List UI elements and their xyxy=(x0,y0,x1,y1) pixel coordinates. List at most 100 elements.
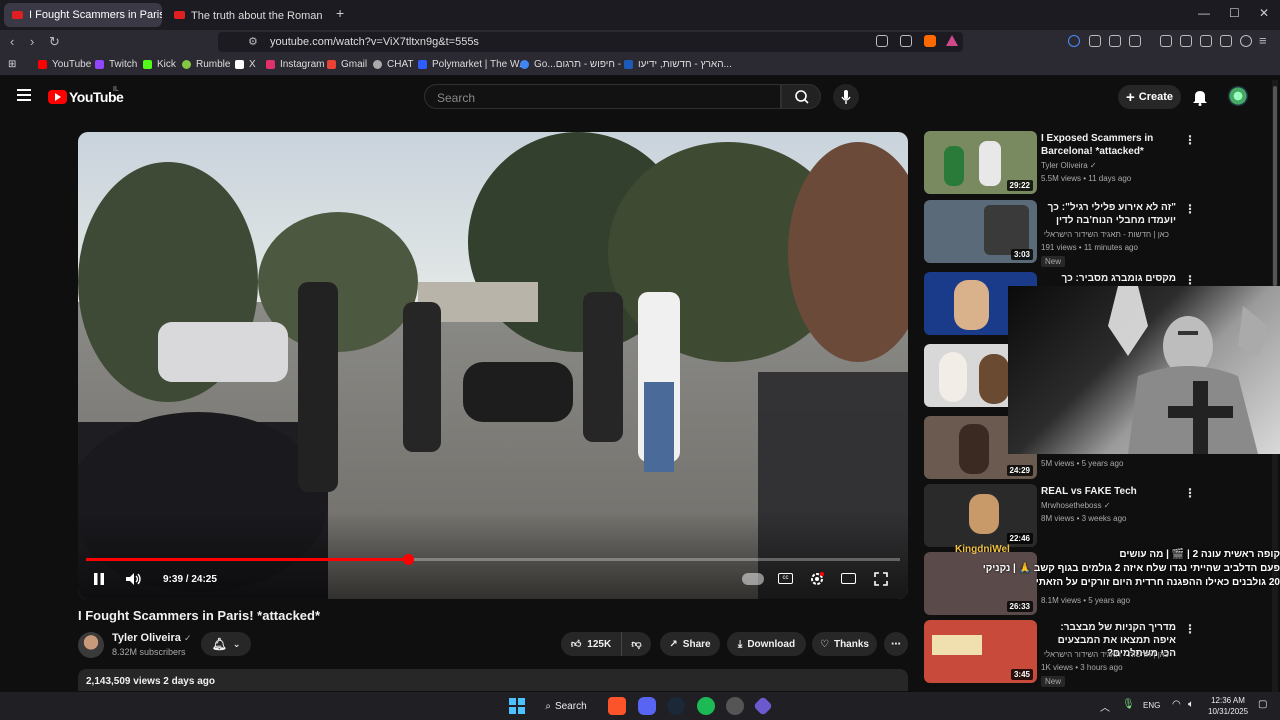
spotify-icon[interactable] xyxy=(697,697,715,715)
screen-icon[interactable] xyxy=(876,35,888,47)
download-button[interactable]: ⤓ Download xyxy=(727,632,806,656)
share-icon[interactable] xyxy=(900,35,912,47)
address-bar[interactable]: ⚙ youtube.com/watch?v=ViX7tltxn9g&t=555s xyxy=(218,32,963,52)
audio-icon[interactable] xyxy=(1068,35,1080,47)
tab-active[interactable]: I Fought Scammers in Paris! * ✕ xyxy=(4,3,162,27)
rec-channel[interactable]: Tyler Oliveira ✓ xyxy=(1041,161,1097,170)
tray-chevron-up-icon[interactable]: ︿ xyxy=(1100,699,1110,714)
speaker-icon[interactable]: 🔈︎ xyxy=(1188,699,1194,710)
share-button[interactable]: ↗ Share xyxy=(660,632,720,656)
sidebar-icon[interactable] xyxy=(1180,35,1192,47)
rec-thumbnail[interactable]: 29:22 xyxy=(924,131,1037,194)
search-button[interactable] xyxy=(781,84,821,109)
bookmark-gmail[interactable]: Gmail xyxy=(327,59,367,70)
site-info-icon[interactable]: ⚙ xyxy=(248,35,258,48)
like-button[interactable]: 👍︎ 125K xyxy=(561,632,621,656)
brave-shield-icon[interactable] xyxy=(924,35,936,47)
windows-start-icon[interactable] xyxy=(509,698,525,714)
channel-avatar[interactable] xyxy=(78,632,104,658)
extension-2-icon[interactable] xyxy=(1129,35,1141,47)
close-window-button[interactable]: ✕ xyxy=(1259,6,1269,20)
volume-icon[interactable] xyxy=(125,572,143,586)
wifi-icon[interactable]: ◠ xyxy=(1172,699,1181,710)
microphone-tray-icon[interactable]: 🎙︎ xyxy=(1122,699,1135,710)
settings-gear-icon[interactable] xyxy=(809,571,825,587)
rec-more-icon[interactable]: ⋮ xyxy=(1184,273,1196,287)
menu-icon[interactable]: ≡ xyxy=(1259,33,1267,48)
verified-icon: ✓ xyxy=(183,633,192,643)
fullscreen-icon[interactable] xyxy=(874,572,888,586)
notification-bell-button[interactable]: 🔔︎ ⌄ xyxy=(201,632,251,656)
forward-icon[interactable]: › xyxy=(30,34,34,49)
new-tab-button[interactable]: + xyxy=(336,5,344,21)
clock[interactable]: 12:36 AM 10/31/2025 xyxy=(1208,695,1248,717)
leo-ai-icon[interactable] xyxy=(1220,35,1232,47)
progress-scrubber[interactable] xyxy=(402,554,414,565)
bookmark-kick[interactable]: Kick xyxy=(143,59,176,70)
theater-mode-icon[interactable] xyxy=(841,573,856,584)
bookmark-haaretz[interactable]: הארץ - חדשות, ידיעו... xyxy=(624,59,732,70)
taskbar-search-button[interactable]: ⌕ Search xyxy=(538,696,594,716)
extension-puzzle-icon[interactable] xyxy=(1109,35,1121,47)
rec-more-icon[interactable]: ⋮ xyxy=(1184,202,1196,216)
scrollbar-thumb[interactable] xyxy=(1273,86,1277,286)
rec-title[interactable]: I Exposed Scammers in Barcelona! *attack… xyxy=(1041,132,1176,158)
rec-channel[interactable]: כאן | חדשות - תאגיד השידור הישראלי xyxy=(1041,650,1169,659)
rec-thumbnail[interactable]: 22:46 xyxy=(924,484,1037,547)
channel-name[interactable]: Tyler Oliveira ✓ xyxy=(112,632,192,644)
discord-icon[interactable] xyxy=(638,697,656,715)
brave-rewards-icon[interactable] xyxy=(946,35,958,46)
app-icon[interactable] xyxy=(726,697,744,715)
thumbs-down-icon: 👎︎ xyxy=(631,639,642,650)
rec-thumbnail[interactable]: 3:03 xyxy=(924,200,1037,263)
bookmark-instagram[interactable]: Instagram xyxy=(266,59,324,70)
vpn-icon[interactable] xyxy=(1240,35,1252,47)
steam-icon[interactable] xyxy=(667,697,685,715)
notifications-bell-icon[interactable] xyxy=(1192,88,1208,106)
gmail-icon xyxy=(327,60,336,69)
bookmark-chat[interactable]: CHAT xyxy=(373,59,413,70)
extension-1-icon[interactable] xyxy=(1089,35,1101,47)
create-button[interactable]: + Create xyxy=(1118,85,1181,109)
bookmark-x[interactable]: X xyxy=(235,59,256,70)
rec-title[interactable]: "זה לא אירוע פלילי רגיל": כך יועמדו מחבל… xyxy=(1041,201,1176,227)
thanks-button[interactable]: ♡ Thanks xyxy=(812,632,877,656)
language-indicator[interactable]: ENG xyxy=(1143,701,1160,710)
video-player[interactable]: 9:39 / 24:25 cc xyxy=(78,132,908,599)
rec-channel[interactable]: Mrwhosetheboss ✓ xyxy=(1041,501,1110,510)
brave-browser-icon[interactable] xyxy=(608,697,626,715)
youtube-logo-icon[interactable] xyxy=(48,90,67,104)
rec-more-icon[interactable]: ⋮ xyxy=(1184,133,1196,147)
progress-bar[interactable] xyxy=(86,554,900,565)
rec-title[interactable]: REAL vs FAKE Tech xyxy=(1041,485,1176,498)
dislike-button[interactable]: 👎︎ xyxy=(621,632,651,656)
music-icon[interactable] xyxy=(1160,35,1172,47)
rec-thumbnail[interactable]: 3:45 xyxy=(924,620,1037,683)
bookmark-google-translate[interactable]: Go...ב - חיפוש - תרגום xyxy=(520,59,630,70)
pause-icon[interactable] xyxy=(92,572,106,586)
hamburger-menu-icon[interactable] xyxy=(17,89,31,101)
apps-grid-icon[interactable]: ⊞ xyxy=(8,59,16,70)
app-diamond-icon[interactable] xyxy=(753,696,773,716)
voice-search-button[interactable] xyxy=(833,84,859,110)
bookmark-twitch[interactable]: Twitch xyxy=(95,59,137,70)
rec-more-icon[interactable]: ⋮ xyxy=(1184,486,1196,500)
bookmark-youtube[interactable]: YouTube xyxy=(38,59,91,70)
search-input[interactable]: Search xyxy=(424,84,781,109)
minimize-button[interactable]: — xyxy=(1198,6,1210,20)
subtitles-icon[interactable]: cc xyxy=(778,573,793,584)
back-icon[interactable]: ‹ xyxy=(10,34,14,49)
tab-inactive[interactable]: The truth about the Roman salute ⁽¹⁾ xyxy=(166,3,326,27)
notification-center-icon[interactable]: ▢ xyxy=(1258,699,1267,710)
wallet-icon[interactable] xyxy=(1200,35,1212,47)
floating-image-overlay[interactable] xyxy=(1008,286,1280,454)
bookmark-rumble[interactable]: Rumble xyxy=(182,59,230,70)
reload-icon[interactable]: ↻ xyxy=(49,34,60,50)
rec-more-icon[interactable]: ⋮ xyxy=(1184,622,1196,636)
maximize-button[interactable]: ☐ xyxy=(1229,6,1240,20)
more-actions-button[interactable]: ⋯ xyxy=(884,632,908,656)
account-avatar[interactable] xyxy=(1228,86,1248,106)
rec-channel[interactable]: כאן | חדשות - תאגיד השידור הישראלי xyxy=(1041,230,1169,239)
autoplay-toggle[interactable] xyxy=(742,573,764,585)
bookmark-polymarket[interactable]: Polymarket | The W... xyxy=(418,59,527,70)
